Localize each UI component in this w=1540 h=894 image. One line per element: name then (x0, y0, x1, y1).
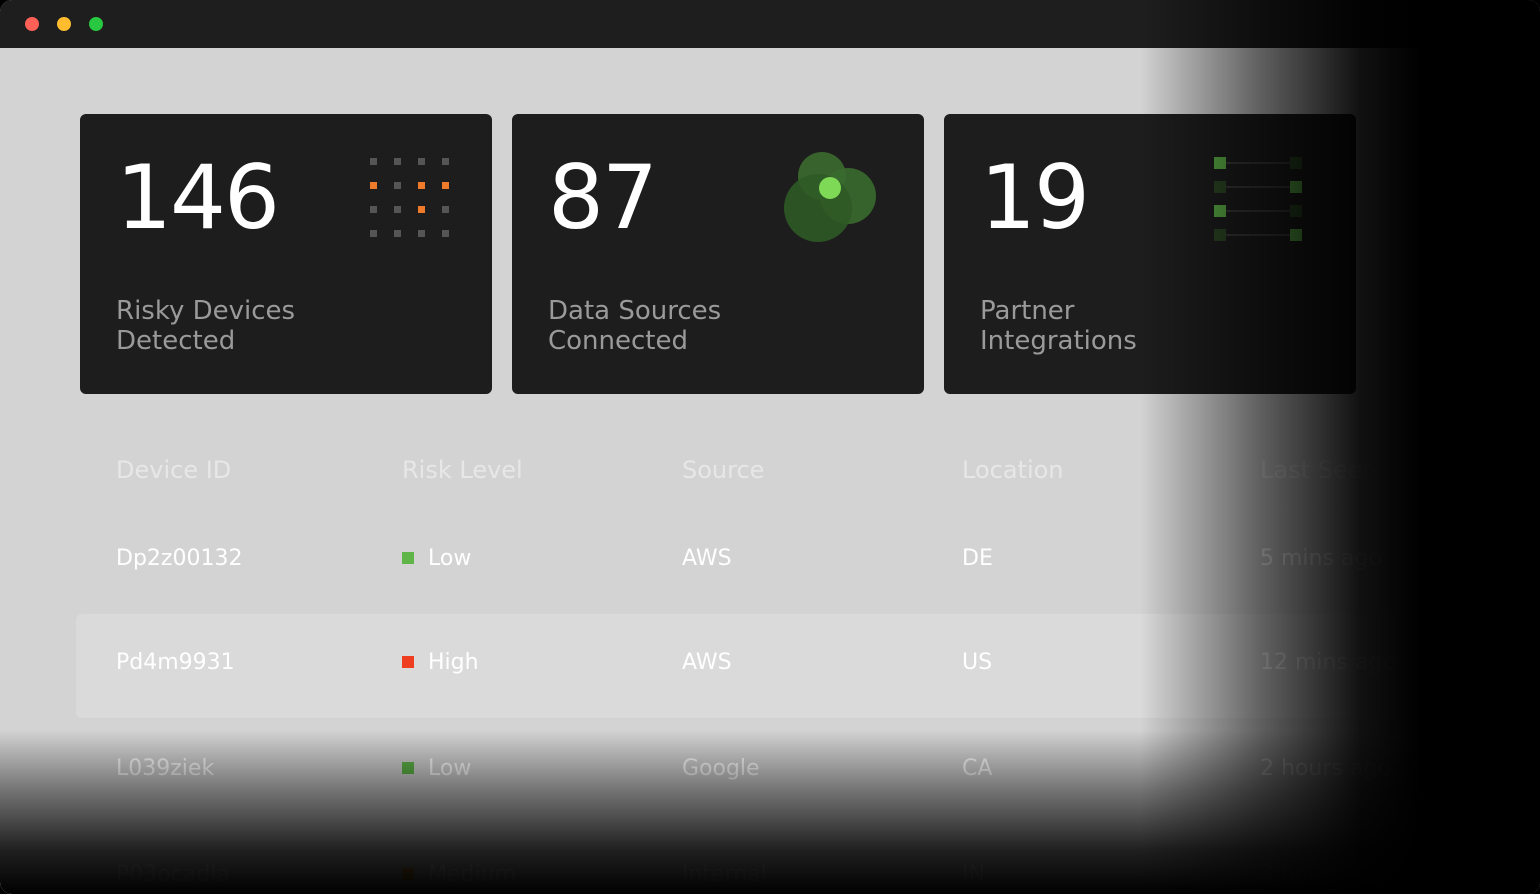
dot-grid-icon (370, 158, 449, 237)
stat-card-partner-integrations[interactable]: 19 Partner Integrations (944, 114, 1356, 394)
column-header-location[interactable]: Location (962, 456, 1064, 484)
zoom-window-button[interactable] (89, 17, 103, 31)
risk-level-cell: High (402, 650, 479, 675)
dashboard-content: 146 Risky Devices Detected 87 Data Sourc… (0, 48, 1540, 894)
title-bar (0, 0, 1540, 48)
location-cell: CA (962, 756, 993, 781)
risk-level-cell: Low (402, 546, 471, 571)
last-seen-cell: 3 hours ago (1260, 862, 1391, 887)
table-row[interactable]: Dp2z00132 Low AWS DE 5 mins ago (76, 510, 1456, 614)
source-cell: AWS (682, 546, 732, 571)
risk-level-cell: Low (402, 756, 471, 781)
risk-label: Low (428, 756, 472, 781)
table-row[interactable]: Pd4m9931 High AWS US 12 mins ago (76, 614, 1456, 718)
risk-indicator (402, 762, 414, 774)
risk-indicator (402, 656, 414, 668)
stat-card-data-sources[interactable]: 87 Data Sources Connected (512, 114, 924, 394)
source-cell: AWS (682, 650, 732, 675)
device-id-cell: L039ziek (116, 756, 215, 781)
column-header-source[interactable]: Source (682, 456, 764, 484)
app-window: 146 Risky Devices Detected 87 Data Sourc… (0, 0, 1540, 894)
venn-circles-icon (784, 152, 876, 242)
stat-label: Risky Devices Detected (116, 296, 296, 356)
stat-label: Data Sources Connected (548, 296, 722, 356)
source-cell: Google (682, 756, 760, 781)
column-header-risk-level[interactable]: Risk Level (402, 456, 523, 484)
minimize-window-button[interactable] (57, 17, 71, 31)
source-cell: Internal (682, 862, 767, 887)
device-id-cell: Pd4m9931 (116, 650, 235, 675)
table-row[interactable]: P03ocadla Medium Internal IN 3 hours ago (76, 826, 1456, 894)
last-seen-cell: 12 mins ago (1260, 650, 1396, 675)
location-cell: IN (962, 862, 985, 887)
stat-value: 87 (548, 146, 658, 249)
risk-label: Medium (428, 862, 516, 887)
stat-value: 19 (980, 146, 1090, 249)
stat-card-risky-devices[interactable]: 146 Risky Devices Detected (80, 114, 492, 394)
stat-value: 146 (116, 146, 280, 249)
risk-indicator (402, 868, 414, 880)
risk-label: High (428, 650, 479, 675)
column-header-last-seen[interactable]: Last Seen (1260, 456, 1378, 484)
risk-indicator (402, 552, 414, 564)
device-id-cell: Dp2z00132 (116, 546, 243, 571)
connection-lines-icon (1214, 157, 1302, 241)
stat-label: Partner Integrations (980, 296, 1137, 356)
risk-level-cell: Medium (402, 862, 516, 887)
close-window-button[interactable] (25, 17, 39, 31)
location-cell: DE (962, 546, 993, 571)
risk-label: Low (428, 546, 472, 571)
column-header-device-id[interactable]: Device ID (116, 456, 231, 484)
last-seen-cell: 2 hours ago (1260, 756, 1391, 781)
table-row[interactable]: L039ziek Low Google CA 2 hours ago (76, 720, 1456, 824)
location-cell: US (962, 650, 993, 675)
device-id-cell: P03ocadla (116, 862, 230, 887)
last-seen-cell: 5 mins ago (1260, 546, 1382, 571)
